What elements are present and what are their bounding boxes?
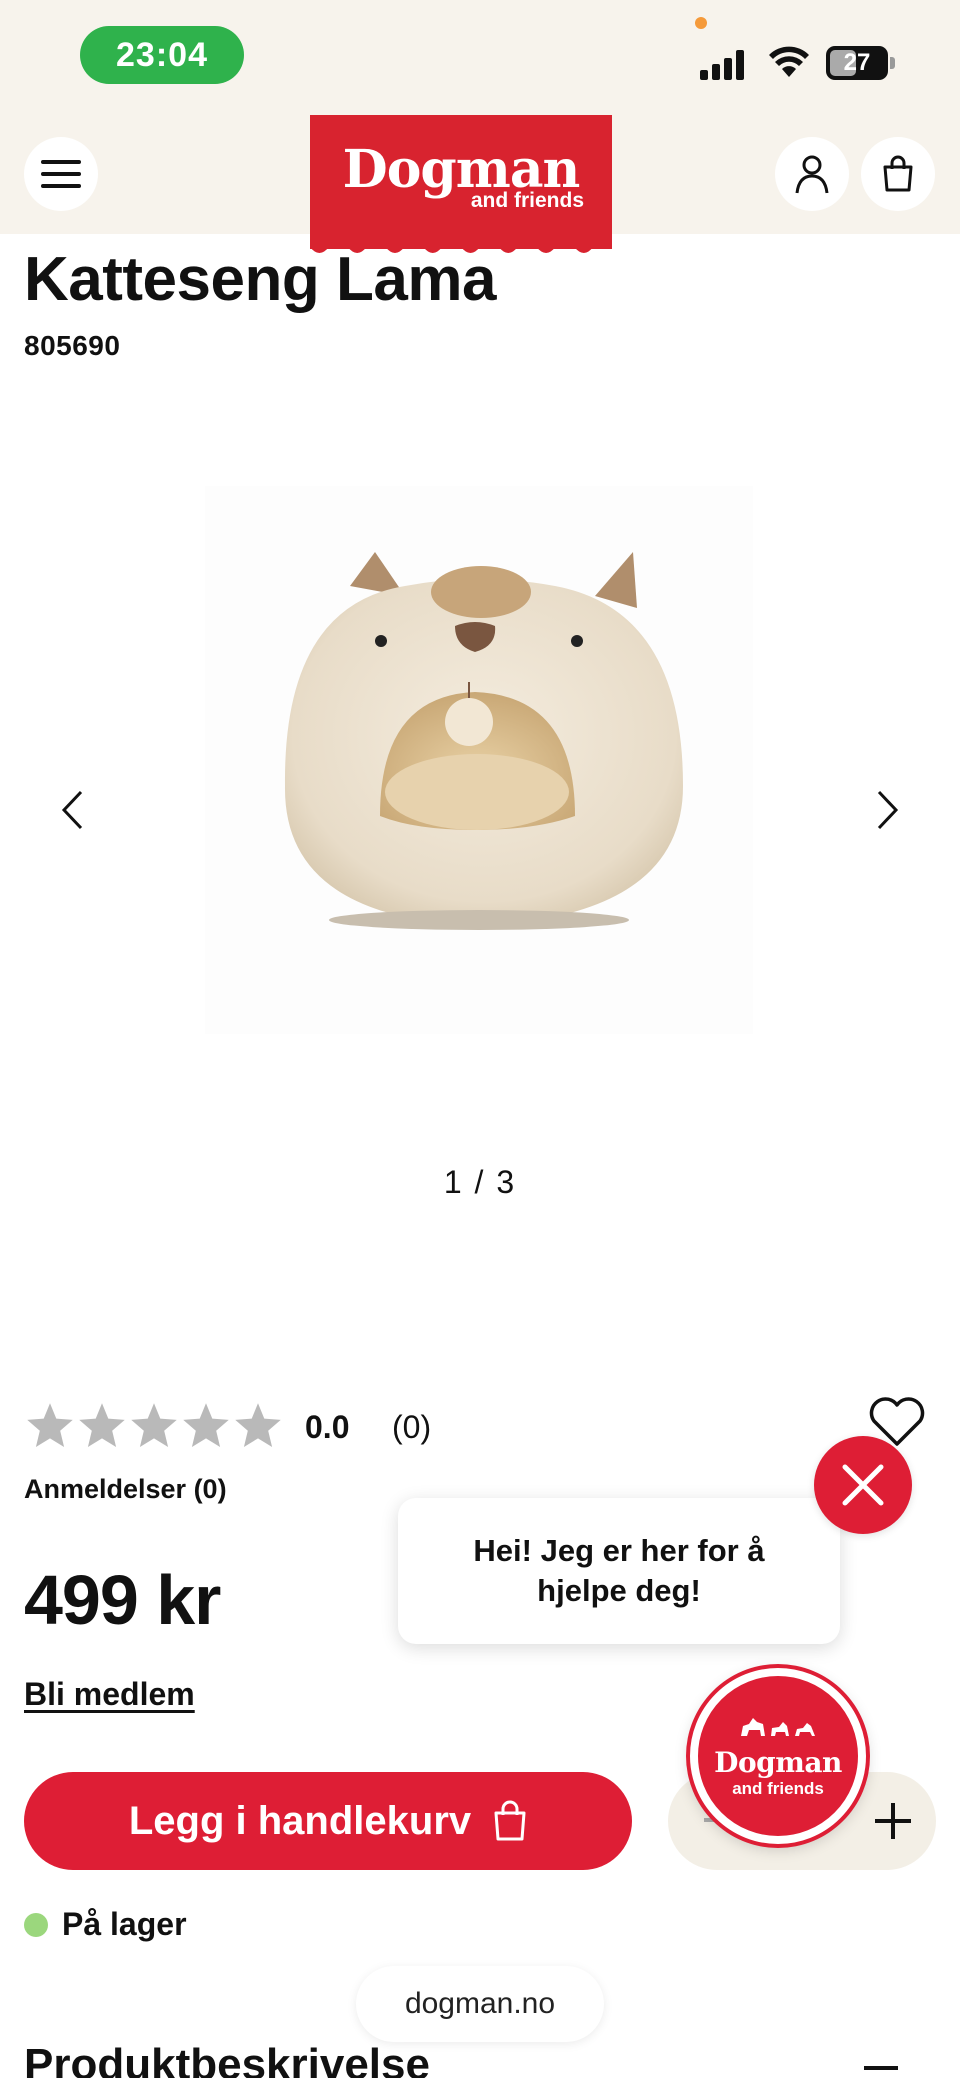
status-time: 23:04 — [80, 26, 244, 84]
add-to-cart-label: Legg i handlekurv — [128, 1798, 472, 1843]
site-logo[interactable]: Dogman and friends — [310, 115, 612, 253]
browser-url-bar[interactable]: dogman.no — [356, 1966, 604, 2042]
menu-button[interactable] — [24, 137, 98, 211]
chat-launcher-button[interactable]: Dogman and friends — [690, 1668, 866, 1844]
cart-button[interactable] — [861, 137, 935, 211]
battery-icon: 27 — [826, 46, 888, 80]
chat-avatar-logo-text: Dogman — [714, 1745, 842, 1779]
in-stock-dot — [24, 1912, 48, 1937]
battery-cap — [890, 57, 895, 69]
product-gallery: 1 / 3 — [0, 380, 960, 1240]
status-bar: 23:04 27 — [0, 0, 960, 118]
rating-count: (0) — [392, 1409, 432, 1445]
image-counter: 1 / 3 — [443, 1164, 517, 1200]
user-icon — [795, 155, 829, 194]
product-price: 499 kr — [24, 1561, 221, 1639]
wifi-icon — [769, 46, 809, 77]
next-image-button[interactable] — [868, 782, 908, 838]
shopping-bag-icon — [494, 1800, 526, 1841]
reviews-link[interactable]: Anmeldelser (0) — [24, 1474, 227, 1505]
cellular-signal-icon — [700, 46, 748, 80]
star-icon — [27, 1403, 73, 1448]
stock-status-label: På lager — [62, 1906, 187, 1942]
chevron-right-icon — [877, 790, 899, 830]
become-member-link[interactable]: Bli medlem — [24, 1676, 195, 1713]
close-icon — [842, 1464, 884, 1506]
star-icon — [79, 1403, 125, 1448]
star-icon — [131, 1403, 177, 1448]
llama-cat-bed-illustration — [284, 552, 683, 930]
star-icon — [235, 1403, 281, 1448]
add-to-cart-button[interactable]: Legg i handlekurv — [24, 1772, 632, 1870]
privacy-indicator-dot — [695, 17, 707, 29]
previous-image-button[interactable] — [52, 782, 92, 838]
rating-value: 0.0 — [305, 1409, 350, 1445]
logo-subtext: and friends — [470, 189, 584, 212]
product-sku: 805690 — [24, 330, 121, 361]
quantity-increase-button[interactable] — [868, 1796, 918, 1846]
product-description-heading[interactable]: Produktbeskrivelse — [24, 2040, 430, 2078]
battery-level: 27 — [843, 49, 871, 76]
hamburger-menu-icon — [41, 160, 81, 188]
stock-status: På lager — [24, 1906, 187, 1943]
rating-stars[interactable] — [24, 1400, 284, 1456]
chevron-left-icon — [61, 790, 83, 830]
chat-avatar-subtext: and friends — [732, 1778, 824, 1798]
collapse-icon[interactable] — [864, 2066, 898, 2070]
account-button[interactable] — [775, 137, 849, 211]
chat-greeting-bubble[interactable]: Hei! Jeg er her for å hjelpe deg! — [398, 1498, 840, 1644]
animals-silhouette-icon — [741, 1717, 815, 1736]
plus-icon — [875, 1803, 911, 1839]
shopping-bag-icon — [883, 155, 913, 192]
star-icon — [183, 1403, 229, 1448]
chat-close-button[interactable] — [814, 1436, 912, 1534]
logo-wave-edge — [310, 247, 612, 253]
product-image[interactable] — [205, 486, 753, 1034]
